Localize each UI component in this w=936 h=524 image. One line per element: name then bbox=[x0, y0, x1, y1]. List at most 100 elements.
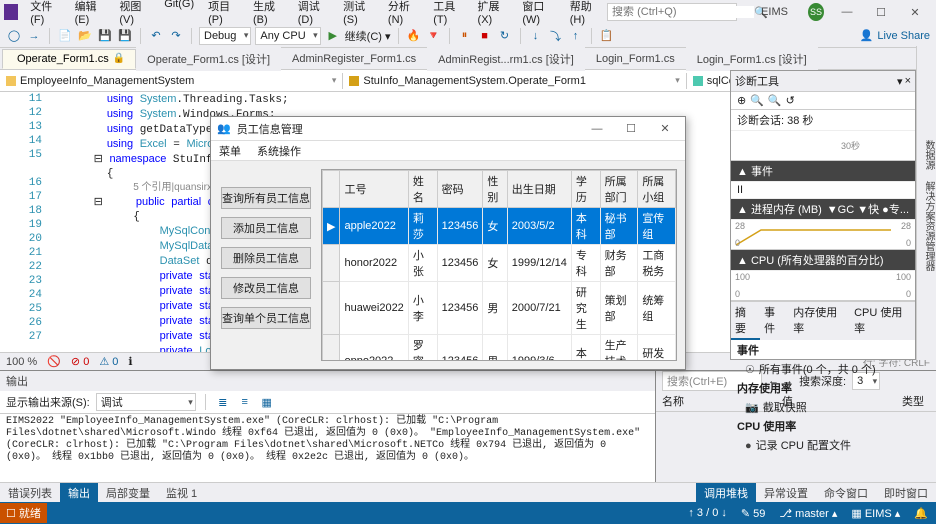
zoom-level[interactable]: 100 % bbox=[6, 356, 37, 368]
process-icon[interactable]: 📋 bbox=[599, 28, 615, 44]
menu-help[interactable]: 帮助(H) bbox=[564, 0, 607, 28]
pause-icon[interactable]: ⏸ bbox=[457, 28, 473, 44]
dialog-max[interactable]: ☐ bbox=[617, 122, 645, 135]
diag-pin-icon[interactable]: × bbox=[905, 75, 911, 87]
clear-icon[interactable]: ≣ bbox=[215, 394, 231, 410]
continue-label[interactable]: 继续(C) ▾ bbox=[345, 28, 391, 44]
menu-project[interactable]: 项目(P) bbox=[202, 0, 245, 28]
find-icon[interactable]: 🔻 bbox=[426, 28, 442, 44]
save-icon[interactable]: 💾 bbox=[97, 28, 113, 44]
btn-delete[interactable]: 删除员工信息 bbox=[221, 247, 311, 269]
status-branch[interactable]: ⎇ master ▴ bbox=[779, 507, 837, 520]
save-all-icon[interactable]: 💾 bbox=[117, 28, 133, 44]
continue-icon[interactable]: ▶ bbox=[325, 28, 341, 44]
error-count[interactable]: ⊘ 0 bbox=[71, 355, 89, 368]
step-into-icon[interactable]: ↓ bbox=[528, 28, 544, 44]
dlg-menu-1[interactable]: 系统操作 bbox=[257, 143, 301, 159]
main-menu[interactable]: 文件(F) 编辑(E) 视图(V) Git(G) 项目(P) 生成(B) 调试(… bbox=[24, 0, 607, 28]
warn-count[interactable]: ⚠ 0 bbox=[99, 355, 118, 368]
menu-analyze[interactable]: 分析(N) bbox=[382, 0, 425, 28]
diag-mem-hdr[interactable]: ▲ 进程内存 (MB)▼GC ▼快 ●专... bbox=[731, 199, 915, 220]
btn-add[interactable]: 添加员工信息 bbox=[221, 217, 311, 239]
summary-tab-3[interactable]: CPU 使用率 bbox=[850, 302, 915, 340]
menu-build[interactable]: 生成(B) bbox=[247, 0, 290, 28]
diag-cpu-hdr[interactable]: ▲ CPU (所有处理器的百分比) bbox=[731, 250, 915, 271]
menu-ext[interactable]: 扩展(X) bbox=[472, 0, 515, 28]
open-icon[interactable]: 📂 bbox=[77, 28, 93, 44]
maximize-button[interactable]: ☐ bbox=[864, 1, 898, 23]
tab-0[interactable]: Operate_Form1.cs🔒 bbox=[2, 49, 136, 69]
nav-back-icon[interactable]: ◯ bbox=[6, 28, 22, 44]
sum-cpu-hdr: CPU 使用率 bbox=[731, 416, 915, 436]
toggle-icon[interactable]: ▦ bbox=[259, 394, 275, 410]
output-source-combo[interactable]: 调试 bbox=[96, 393, 196, 411]
stop-icon[interactable]: ■ bbox=[477, 28, 493, 44]
tab-4[interactable]: Login_Form1.cs bbox=[585, 49, 686, 69]
redo-icon[interactable]: ↷ bbox=[168, 28, 184, 44]
user-avatar[interactable]: SS bbox=[808, 3, 824, 21]
menu-window[interactable]: 窗口(W) bbox=[516, 0, 561, 28]
diag-zoomout-icon[interactable]: 🔍 bbox=[768, 94, 782, 107]
btn-query-all[interactable]: 查询所有员工信息 bbox=[221, 187, 311, 209]
step-over-icon[interactable]: ⤵ bbox=[548, 28, 564, 44]
info-icon[interactable]: ℹ bbox=[128, 355, 132, 368]
step-out-icon[interactable]: ↑ bbox=[568, 28, 584, 44]
nav-namespace[interactable]: EmployeeInfo_ManagementSystem bbox=[0, 73, 343, 89]
tab-2[interactable]: AdminRegister_Form1.cs bbox=[281, 49, 427, 69]
liveshare-button[interactable]: 👤 Live Share bbox=[860, 29, 930, 42]
status-changes[interactable]: ↑ 3 / 0 ↓ bbox=[688, 507, 727, 519]
diag-events-hdr[interactable]: ▲ 事件 bbox=[731, 161, 915, 182]
menu-test[interactable]: 测试(S) bbox=[337, 0, 380, 28]
dlg-menu-0[interactable]: 菜单 bbox=[219, 143, 241, 159]
diag-zoomin-icon[interactable]: 🔍 bbox=[750, 94, 764, 107]
employee-dialog: 👥 员工信息管理 — ☐ ✕ 菜单 系统操作 查询所有员工信息 添加员工信息 删… bbox=[210, 116, 686, 370]
status-pencil[interactable]: ✎ 59 bbox=[741, 507, 766, 520]
side-tool-strip[interactable]: 数据源 解决方案资源管理器 bbox=[916, 46, 936, 360]
menu-debug[interactable]: 调试(D) bbox=[292, 0, 335, 28]
output-text[interactable]: EIMS2022 "EmployeeInfo_ManagementSystem.… bbox=[0, 414, 655, 482]
summary-tab-2[interactable]: 内存使用率 bbox=[789, 302, 850, 340]
diag-events-pause[interactable]: II bbox=[731, 182, 915, 199]
summary-tab-1[interactable]: 事件 bbox=[760, 302, 789, 340]
undo-icon[interactable]: ↶ bbox=[148, 28, 164, 44]
tab-3[interactable]: AdminRegist...rm1.cs [设计] bbox=[427, 47, 585, 71]
menu-file[interactable]: 文件(F) bbox=[24, 0, 66, 28]
global-search[interactable]: 🔍 bbox=[607, 3, 737, 21]
status-bell-icon[interactable]: 🔔 bbox=[914, 507, 928, 520]
search-input[interactable] bbox=[612, 6, 754, 18]
menu-tools[interactable]: 工具(T) bbox=[427, 0, 469, 28]
nav-fwd-icon[interactable]: → bbox=[26, 28, 42, 44]
sum-mem-item[interactable]: 截取快照 bbox=[763, 402, 807, 414]
status-project[interactable]: ▦ EIMS ▴ bbox=[851, 507, 900, 520]
summary-tab-0[interactable]: 摘要 bbox=[731, 302, 760, 340]
dialog-title: 员工信息管理 bbox=[237, 121, 303, 137]
tab-5[interactable]: Login_Form1.cs [设计] bbox=[686, 47, 818, 71]
diag-dd-icon[interactable]: ▾ bbox=[897, 75, 903, 88]
diag-timeline[interactable]: 30秒 bbox=[731, 131, 915, 161]
dialog-min[interactable]: — bbox=[583, 123, 611, 135]
dialog-close[interactable]: ✕ bbox=[651, 122, 679, 135]
sum-cpu-item[interactable]: 记录 CPU 配置文件 bbox=[756, 440, 851, 452]
btn-query-one[interactable]: 查询单个员工信息 bbox=[221, 307, 311, 329]
minimize-button[interactable]: — bbox=[830, 1, 864, 23]
diag-mem-chart[interactable]: 28 28 0 0 bbox=[731, 220, 915, 250]
nav-class[interactable]: StuInfo_ManagementSystem.Operate_Form1 bbox=[343, 73, 686, 89]
wrap-icon[interactable]: ≡ bbox=[237, 394, 253, 410]
diag-cpu-chart[interactable]: 100 100 0 0 bbox=[731, 271, 915, 301]
restart-icon[interactable]: ↻ bbox=[497, 28, 513, 44]
employee-grid[interactable]: 工号姓名密码性别出生日期学历所属部门所属小组▶apple2022莉莎123456… bbox=[321, 169, 677, 361]
menu-edit[interactable]: 编辑(E) bbox=[69, 0, 112, 28]
platform-combo[interactable]: Any CPU bbox=[255, 27, 320, 45]
tab-1[interactable]: Operate_Form1.cs [设计] bbox=[136, 47, 281, 71]
menu-git[interactable]: Git(G) bbox=[158, 0, 200, 28]
btn-modify[interactable]: 修改员工信息 bbox=[221, 277, 311, 299]
menu-view[interactable]: 视图(V) bbox=[113, 0, 156, 28]
sum-events-item[interactable]: 所有事件(0 个，共 0 个) bbox=[759, 364, 876, 376]
diag-reset-icon[interactable]: ↺ bbox=[786, 94, 795, 107]
config-combo[interactable]: Debug bbox=[199, 27, 251, 45]
close-button[interactable]: ✕ bbox=[898, 1, 932, 23]
new-doc-icon[interactable]: 📄 bbox=[57, 28, 73, 44]
namespace-icon bbox=[6, 76, 16, 86]
hot-reload-icon[interactable]: 🔥 bbox=[406, 28, 422, 44]
diag-select-icon[interactable]: ⊕ bbox=[737, 94, 746, 107]
